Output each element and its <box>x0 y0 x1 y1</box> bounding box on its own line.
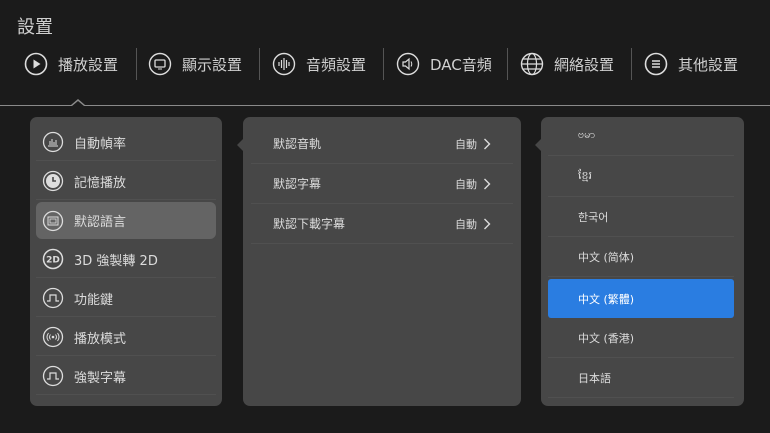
language-option[interactable]: 한국어 <box>548 198 734 237</box>
menu-item-auto-framerate[interactable]: 自動幀率 <box>36 124 216 161</box>
option-label: 默認字幕 <box>273 177 322 191</box>
tab-network[interactable]: 網絡設置 <box>520 44 614 84</box>
language-option-selected[interactable]: 中文 (繁體) <box>548 279 734 318</box>
top-nav: 播放設置 顯示設置 音頻設置 DAC音頻 網絡設置 其他設置 <box>0 44 770 84</box>
menu-item-resume-playback[interactable]: 記憶播放 <box>36 163 216 200</box>
language-option[interactable]: 日本語 <box>548 359 734 398</box>
option-value: 自動 <box>455 137 477 151</box>
middle-menu: 默認音軌 自動 默認字幕 自動 默認下載字幕 自動 <box>237 117 521 406</box>
language-option[interactable]: ဗမာ <box>548 117 734 156</box>
tab-label: 播放設置 <box>58 55 119 74</box>
audio-wave-icon <box>272 52 296 76</box>
2d-icon: 2D <box>42 248 64 270</box>
divider <box>507 48 508 80</box>
language-icon <box>42 210 64 231</box>
page-title: 設置 <box>17 17 53 38</box>
option-default-subtitle[interactable]: 默認字幕 自動 <box>251 164 513 204</box>
pulse-icon <box>42 365 64 387</box>
chevron-right-icon <box>484 218 491 229</box>
globe-icon <box>520 52 544 76</box>
menu-label: 強製字幕 <box>74 370 127 386</box>
pointer-arrow <box>237 139 243 151</box>
divider <box>259 48 260 80</box>
menu-label: 自動幀率 <box>74 136 127 152</box>
menu-item-forced-subtitles[interactable]: 強製字幕 <box>36 358 216 395</box>
option-default-download-subtitle[interactable]: 默認下載字幕 自動 <box>251 204 513 244</box>
left-menu: 自動幀率 記憶播放 默認語言 2D 3D 強製轉 2D 功能鍵 播放模式 強製字… <box>30 117 222 406</box>
pointer-arrow <box>535 139 541 151</box>
menu-label: 默認語言 <box>74 215 127 230</box>
language-option[interactable]: ខ្មែរ <box>548 158 734 197</box>
tab-label: 音頻設置 <box>306 55 367 74</box>
tab-label: 其他設置 <box>678 55 739 74</box>
menu-label: 功能鍵 <box>74 292 114 308</box>
menu-item-playback-mode[interactable]: 播放模式 <box>36 319 216 356</box>
pulse-icon <box>42 287 64 309</box>
tab-dac[interactable]: DAC音頻 <box>396 44 492 84</box>
bar-chart-icon <box>42 131 64 153</box>
menu-icon <box>644 52 668 76</box>
svg-text:2D: 2D <box>46 256 60 266</box>
broadcast-icon <box>42 326 64 348</box>
clock-icon <box>42 170 64 192</box>
language-option[interactable]: 中文 (简体) <box>548 238 734 277</box>
monitor-icon <box>148 52 172 76</box>
menu-label: 3D 強製轉 2D <box>74 253 158 269</box>
tab-playback[interactable]: 播放設置 <box>24 44 118 84</box>
chevron-right-icon <box>484 178 491 189</box>
option-value: 自動 <box>455 217 477 231</box>
divider <box>136 48 137 80</box>
tab-display[interactable]: 顯示設置 <box>148 44 242 84</box>
tab-label: 網絡設置 <box>554 55 615 74</box>
divider <box>383 48 384 80</box>
menu-label: 記憶播放 <box>74 175 127 191</box>
play-icon <box>24 52 48 76</box>
menu-item-3d-to-2d[interactable]: 2D 3D 強製轉 2D <box>36 241 216 278</box>
language-list: ဗမာ ខ្មែរ 한국어 中文 (简体) 中文 (繁體) 中文 (香港) 日本… <box>535 117 744 406</box>
nav-underline <box>0 105 770 106</box>
menu-label: 播放模式 <box>74 331 127 347</box>
tab-audio[interactable]: 音頻設置 <box>272 44 366 84</box>
option-default-audio-track[interactable]: 默認音軌 自動 <box>251 124 513 164</box>
menu-item-default-language[interactable]: 默認語言 <box>36 202 216 239</box>
tab-label: 顯示設置 <box>182 55 243 74</box>
tab-label: DAC音頻 <box>430 55 492 74</box>
option-label: 默認下載字幕 <box>273 217 346 231</box>
speaker-icon <box>396 52 420 76</box>
chevron-right-icon <box>484 138 491 149</box>
option-label: 默認音軌 <box>273 137 322 151</box>
option-value: 自動 <box>455 177 477 191</box>
tab-other[interactable]: 其他設置 <box>644 44 738 84</box>
menu-item-function-key[interactable]: 功能鍵 <box>36 280 216 317</box>
language-option[interactable]: 中文 (香港) <box>548 319 734 358</box>
divider <box>631 48 632 80</box>
